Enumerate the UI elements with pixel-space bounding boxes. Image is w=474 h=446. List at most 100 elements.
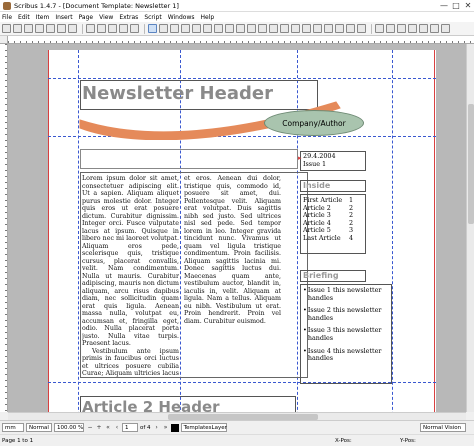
inside-title: Inside bbox=[303, 181, 331, 190]
main-toolbar bbox=[0, 22, 474, 36]
page-margin-left bbox=[48, 50, 49, 412]
article-column-2[interactable]: et eros. Aenean dui dolor, tristique qui… bbox=[184, 175, 281, 335]
link-frames-icon[interactable] bbox=[313, 24, 322, 33]
briefing-list-frame[interactable]: • Issue 1 this newsletter handles • Issue 2… bbox=[300, 284, 392, 384]
zoom-icon[interactable] bbox=[291, 24, 300, 33]
redo-icon[interactable] bbox=[97, 24, 106, 33]
first-page-icon[interactable]: « bbox=[104, 423, 112, 432]
render-frame-icon[interactable] bbox=[181, 24, 190, 33]
previous-page-icon[interactable]: ‹ bbox=[113, 423, 121, 432]
horizontal-ruler[interactable] bbox=[8, 36, 474, 44]
pdf-pushbutton-icon[interactable] bbox=[375, 24, 384, 33]
vertical-scroll-thumb[interactable] bbox=[468, 104, 474, 224]
copy-properties-icon[interactable] bbox=[346, 24, 355, 33]
inside-list-item: Last Article 4 bbox=[303, 233, 363, 243]
image-frame-icon[interactable] bbox=[170, 24, 179, 33]
rotate-icon[interactable] bbox=[280, 24, 289, 33]
menu-extras[interactable]: Extras bbox=[119, 14, 138, 21]
subheader-frame[interactable] bbox=[80, 149, 298, 169]
briefing-item-text: Issue 3 this newsletter handles bbox=[307, 326, 382, 342]
company-author-ellipse[interactable]: Company/Author bbox=[264, 110, 364, 136]
vertical-scrollbar[interactable] bbox=[466, 44, 474, 412]
y-position-label: Y-Pos: bbox=[400, 437, 416, 444]
window-title: Scribus 1.4.7 - [Document Template: News… bbox=[14, 1, 179, 10]
ruler-corner bbox=[0, 36, 8, 44]
inside-item-label: Last Article bbox=[303, 233, 341, 242]
arc-icon[interactable] bbox=[225, 24, 234, 33]
pdf-link-annotation-icon[interactable] bbox=[441, 24, 450, 33]
zoom-out-icon[interactable]: − bbox=[86, 423, 94, 432]
menu-script[interactable]: Script bbox=[144, 14, 161, 21]
table-icon[interactable] bbox=[192, 24, 201, 33]
menu-item[interactable]: Item bbox=[36, 14, 50, 21]
article-column-1[interactable]: Lorem ipsum dolor sit amet, consectetuer… bbox=[82, 175, 179, 377]
menu-windows[interactable]: Windows bbox=[168, 14, 195, 21]
print-icon[interactable] bbox=[46, 24, 55, 33]
vertical-ruler[interactable] bbox=[0, 44, 8, 412]
menu-insert[interactable]: Insert bbox=[55, 14, 72, 21]
pdf-checkbox-icon[interactable] bbox=[397, 24, 406, 33]
document-page[interactable]: Newsletter Header Company/Author 29.4.20… bbox=[48, 50, 436, 412]
measure-icon[interactable] bbox=[335, 24, 344, 33]
select-tool-icon[interactable] bbox=[148, 24, 157, 33]
horizontal-scrollbar[interactable] bbox=[8, 412, 466, 420]
preflight-icon[interactable] bbox=[57, 24, 66, 33]
text-link-marker: ▸ bbox=[298, 154, 302, 162]
close-document-icon[interactable] bbox=[35, 24, 44, 33]
text-frame-icon[interactable] bbox=[159, 24, 168, 33]
layer-select[interactable]: TemplatesLayer bbox=[180, 423, 227, 432]
last-page-icon[interactable]: » bbox=[162, 423, 170, 432]
column-1-text-2: Vestibulum ante ipsum primis in faucibus… bbox=[82, 347, 179, 378]
date-issue-frame[interactable]: 29.4.2004 Issue 1 bbox=[300, 151, 366, 171]
unit-select[interactable]: mm bbox=[2, 423, 24, 432]
pdf-textfield-icon[interactable] bbox=[386, 24, 395, 33]
menu-page[interactable]: Page bbox=[79, 14, 94, 21]
undo-icon[interactable] bbox=[86, 24, 95, 33]
spiral-icon[interactable] bbox=[236, 24, 245, 33]
zoom-field[interactable]: 100.00 % bbox=[54, 423, 84, 432]
briefing-item-text: Issue 1 this newsletter handles bbox=[307, 286, 382, 302]
scribus-window: Scribus 1.4.7 - [Document Template: News… bbox=[0, 0, 474, 446]
vision-select[interactable]: Normal Vision bbox=[420, 423, 466, 432]
page-total: of 4 bbox=[140, 424, 151, 431]
copy-icon[interactable] bbox=[119, 24, 128, 33]
pdf-text-annotation-icon[interactable] bbox=[430, 24, 439, 33]
layer-color-swatch bbox=[170, 423, 179, 432]
guide-vertical bbox=[392, 50, 393, 412]
document-canvas[interactable]: Newsletter Header Company/Author 29.4.20… bbox=[8, 44, 466, 412]
freehand-icon[interactable] bbox=[269, 24, 278, 33]
eyedropper-icon[interactable] bbox=[357, 24, 366, 33]
paste-icon[interactable] bbox=[130, 24, 139, 33]
x-position-label: X-Pos: bbox=[335, 437, 352, 444]
save-icon[interactable] bbox=[24, 24, 33, 33]
briefing-title-frame[interactable]: Briefing bbox=[300, 270, 366, 282]
info-bar: Page 1 to 1 X-Pos: Y-Pos: bbox=[0, 434, 474, 446]
close-icon[interactable]: ✕ bbox=[462, 0, 474, 12]
inside-title-frame[interactable]: Inside bbox=[300, 180, 366, 192]
menu-file[interactable]: File bbox=[2, 14, 12, 21]
pdf-listbox-icon[interactable] bbox=[419, 24, 428, 33]
inside-list-frame[interactable]: First Article 1 Article 2 2 Article 3 2 Articl… bbox=[300, 194, 366, 254]
next-page-icon[interactable]: › bbox=[153, 423, 161, 432]
pdf-export-icon[interactable] bbox=[68, 24, 77, 33]
menu-help[interactable]: Help bbox=[201, 14, 215, 21]
new-document-icon[interactable] bbox=[2, 24, 11, 33]
article-2-header[interactable]: Article 2 Header bbox=[82, 398, 220, 412]
mode-select[interactable]: Normal bbox=[26, 423, 52, 432]
status-bar: mm Normal 100.00 % − + « ‹ 1 of 4 › » Te… bbox=[0, 420, 474, 434]
zoom-in-icon[interactable]: + bbox=[95, 423, 103, 432]
open-icon[interactable] bbox=[13, 24, 22, 33]
unlink-frames-icon[interactable] bbox=[324, 24, 333, 33]
menu-edit[interactable]: Edit bbox=[18, 14, 30, 21]
minimize-icon[interactable]: — bbox=[438, 0, 450, 12]
bezier-icon[interactable] bbox=[258, 24, 267, 33]
maximize-icon[interactable]: □ bbox=[450, 0, 462, 12]
line-icon[interactable] bbox=[247, 24, 256, 33]
page-number-field[interactable]: 1 bbox=[122, 423, 138, 432]
shape-icon[interactable] bbox=[203, 24, 212, 33]
edit-text-icon[interactable] bbox=[302, 24, 311, 33]
polygon-icon[interactable] bbox=[214, 24, 223, 33]
cut-icon[interactable] bbox=[108, 24, 117, 33]
pdf-combobox-icon[interactable] bbox=[408, 24, 417, 33]
menu-view[interactable]: View bbox=[99, 14, 113, 21]
